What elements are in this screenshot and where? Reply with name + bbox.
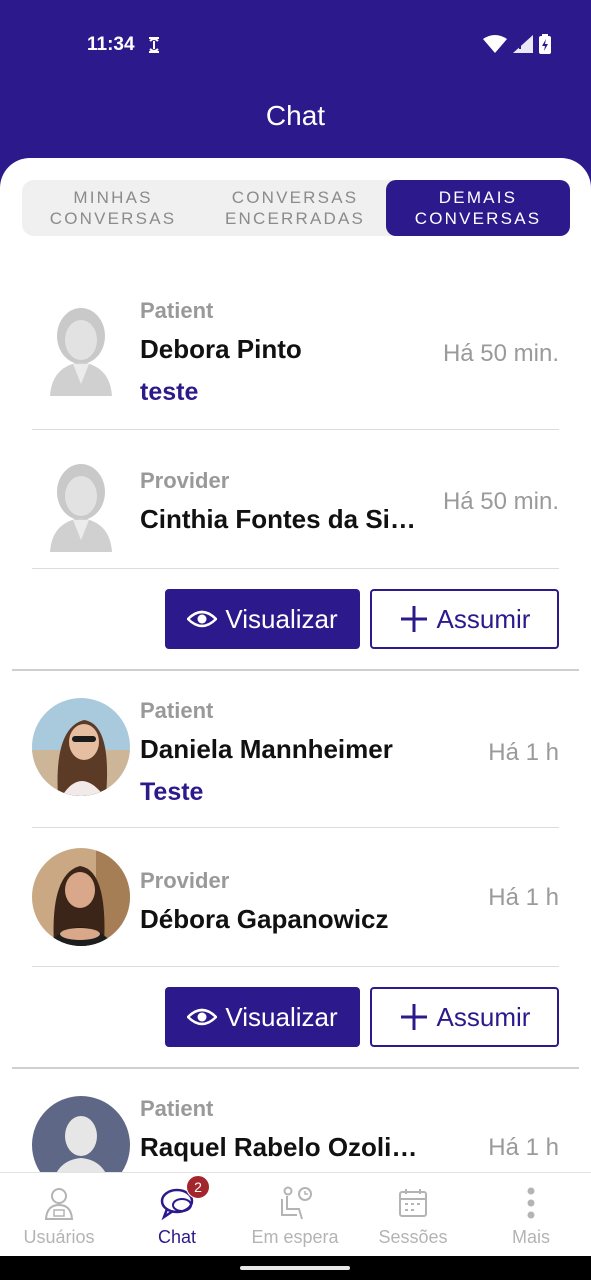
role-label: Provider — [140, 468, 230, 493]
timestamp: Há 1 h — [488, 884, 559, 911]
status-icons — [483, 34, 551, 54]
sync-icon — [149, 37, 159, 53]
row-divider — [32, 966, 559, 967]
row-divider — [32, 429, 559, 430]
nav-label: Sessões — [378, 1227, 448, 1247]
status-bar: 11:34 — [0, 0, 591, 90]
calendar-icon — [399, 1189, 427, 1217]
nav-label: Mais — [511, 1227, 550, 1247]
group-divider — [12, 669, 579, 671]
avatar-photo — [32, 698, 130, 796]
view-button[interactable]: Visualizar — [165, 987, 360, 1047]
tab-conversas-encerradas[interactable]: Conversas encerradas — [204, 180, 386, 236]
plus-icon — [400, 606, 427, 632]
nav-label: Em espera — [251, 1227, 339, 1247]
take-over-button[interactable]: Assumir — [370, 987, 559, 1047]
waiting-icon — [281, 1186, 312, 1220]
timestamp: Há 1 h — [488, 1134, 559, 1161]
timestamp: Há 50 min. — [442, 488, 559, 515]
battery-icon — [539, 34, 551, 54]
last-message: Teste — [140, 778, 204, 806]
nav-usuarios[interactable]: Usuários — [0, 1173, 118, 1257]
system-gesture-bar — [0, 1256, 591, 1280]
wifi-icon — [483, 35, 507, 53]
content-sheet: Minhas conversas Conversas encerradas De… — [0, 158, 591, 1172]
nav-em-espera[interactable]: Em espera — [236, 1173, 354, 1257]
tab-bar: Minhas conversas Conversas encerradas De… — [22, 180, 570, 236]
view-button-label: Visualizar — [225, 1001, 338, 1032]
tab-minhas-conversas[interactable]: Minhas conversas — [22, 180, 204, 236]
row-divider — [32, 827, 559, 828]
more-vertical-icon — [527, 1187, 535, 1219]
placeholder-female-icon — [50, 308, 112, 396]
eye-icon — [187, 1008, 218, 1026]
contact-name: Debora Pinto — [140, 334, 302, 364]
view-button[interactable]: Visualizar — [165, 589, 360, 649]
conversation-patient-row[interactable]: Patient Raquel Rabelo Ozolin Ri… Há 1 h — [32, 1084, 559, 1172]
contact-name: Débora Gapanowicz — [140, 904, 389, 934]
timestamp: Há 1 h — [488, 739, 559, 766]
take-over-button-label: Assumir — [436, 1001, 531, 1032]
placeholder-person-icon — [32, 1096, 130, 1172]
nav-chat[interactable]: Chat 2 — [118, 1173, 236, 1257]
role-label: Provider — [140, 868, 230, 893]
tab-demais-conversas[interactable]: Demais conversas — [386, 180, 570, 236]
view-button-label: Visualizar — [225, 603, 338, 634]
last-message: teste — [140, 378, 199, 406]
conversation-provider-row[interactable]: Provider Débora Gapanowicz Há 1 h — [32, 846, 559, 986]
role-label: Patient — [140, 298, 214, 323]
conversation-provider-row[interactable]: Provider Cinthia Fontes da Si… Há 50 min… — [32, 448, 559, 588]
group-divider — [12, 1067, 579, 1069]
user-icon — [44, 1188, 74, 1220]
conversation-patient-row[interactable]: Patient Daniela Mannheimer Teste Há 1 h — [32, 686, 559, 826]
eye-icon — [187, 610, 218, 628]
conversation-patient-row[interactable]: Patient Debora Pinto teste Há 50 min. — [32, 288, 559, 428]
row-divider — [32, 568, 559, 569]
unread-badge: 2 — [186, 1175, 210, 1199]
plus-icon — [400, 1004, 427, 1030]
contact-name: Raquel Rabelo Ozolin Ri… — [140, 1132, 430, 1162]
home-gesture-handle[interactable] — [240, 1266, 350, 1270]
page-title: Chat — [265, 100, 326, 131]
nav-sessoes[interactable]: Sessões — [354, 1173, 472, 1257]
nav-label: Usuários — [23, 1227, 95, 1247]
nav-mais[interactable]: Mais — [472, 1173, 590, 1257]
signal-icon — [513, 35, 533, 53]
take-over-button-label: Assumir — [436, 603, 531, 634]
take-over-button[interactable]: Assumir — [370, 589, 559, 649]
nav-label: Chat — [157, 1227, 197, 1247]
role-label: Patient — [140, 1096, 214, 1121]
contact-name: Daniela Mannheimer — [140, 734, 393, 764]
placeholder-female-icon — [50, 464, 112, 552]
contact-name: Cinthia Fontes da Si… — [140, 504, 416, 534]
role-label: Patient — [140, 698, 214, 723]
avatar-photo — [32, 848, 130, 946]
bottom-navigation: Usuários Chat 2 Em espera Sessões Mais — [0, 1172, 591, 1256]
status-time: 11:34 — [87, 34, 135, 55]
timestamp: Há 50 min. — [442, 340, 559, 367]
